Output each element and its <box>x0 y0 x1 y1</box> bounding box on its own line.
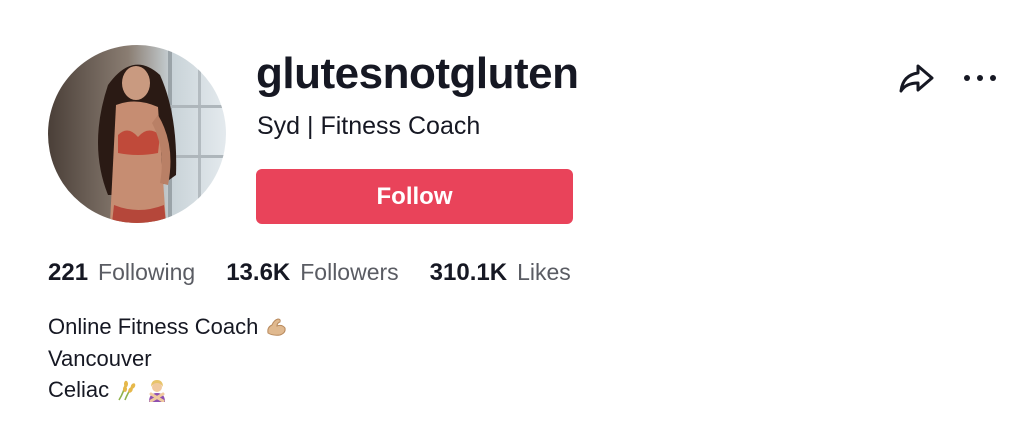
followers-label: Followers <box>300 259 399 285</box>
wheat-emoji-icon <box>115 378 139 402</box>
nickname: Syd | Fitness Coach <box>257 112 481 140</box>
bio-line: Vancouver <box>48 343 288 375</box>
flexed-biceps-emoji-icon <box>264 315 288 339</box>
bio-text: Celiac <box>48 377 110 402</box>
username: glutesnotgluten <box>256 49 579 98</box>
follow-button[interactable]: Follow <box>256 169 573 224</box>
more-options-icon[interactable] <box>960 62 1000 94</box>
share-arrow-icon[interactable] <box>896 58 936 98</box>
following-label: Following <box>98 259 196 285</box>
following-stat[interactable]: 221 Following <box>48 259 195 287</box>
likes-label: Likes <box>517 259 571 285</box>
bio-line: Online Fitness Coach <box>48 311 288 343</box>
person-gesturing-no-emoji-icon <box>145 378 169 403</box>
followers-stat[interactable]: 13.6K Followers <box>226 259 398 287</box>
likes-count: 310.1K <box>429 259 508 286</box>
bio-text: Vancouver <box>48 345 152 371</box>
bio: Online Fitness Coach Vancouver Celiac <box>48 311 288 406</box>
likes-stat: 310.1K Likes <box>430 259 571 287</box>
bio-text: Online Fitness Coach <box>48 314 259 339</box>
followers-count: 13.6K <box>226 259 291 286</box>
profile-stats: 221 Following 13.6K Followers 310.1K Lik… <box>48 259 602 293</box>
avatar-image <box>48 45 226 223</box>
avatar[interactable] <box>48 45 226 223</box>
following-count: 221 <box>48 259 89 286</box>
bio-line: Celiac <box>48 374 288 406</box>
